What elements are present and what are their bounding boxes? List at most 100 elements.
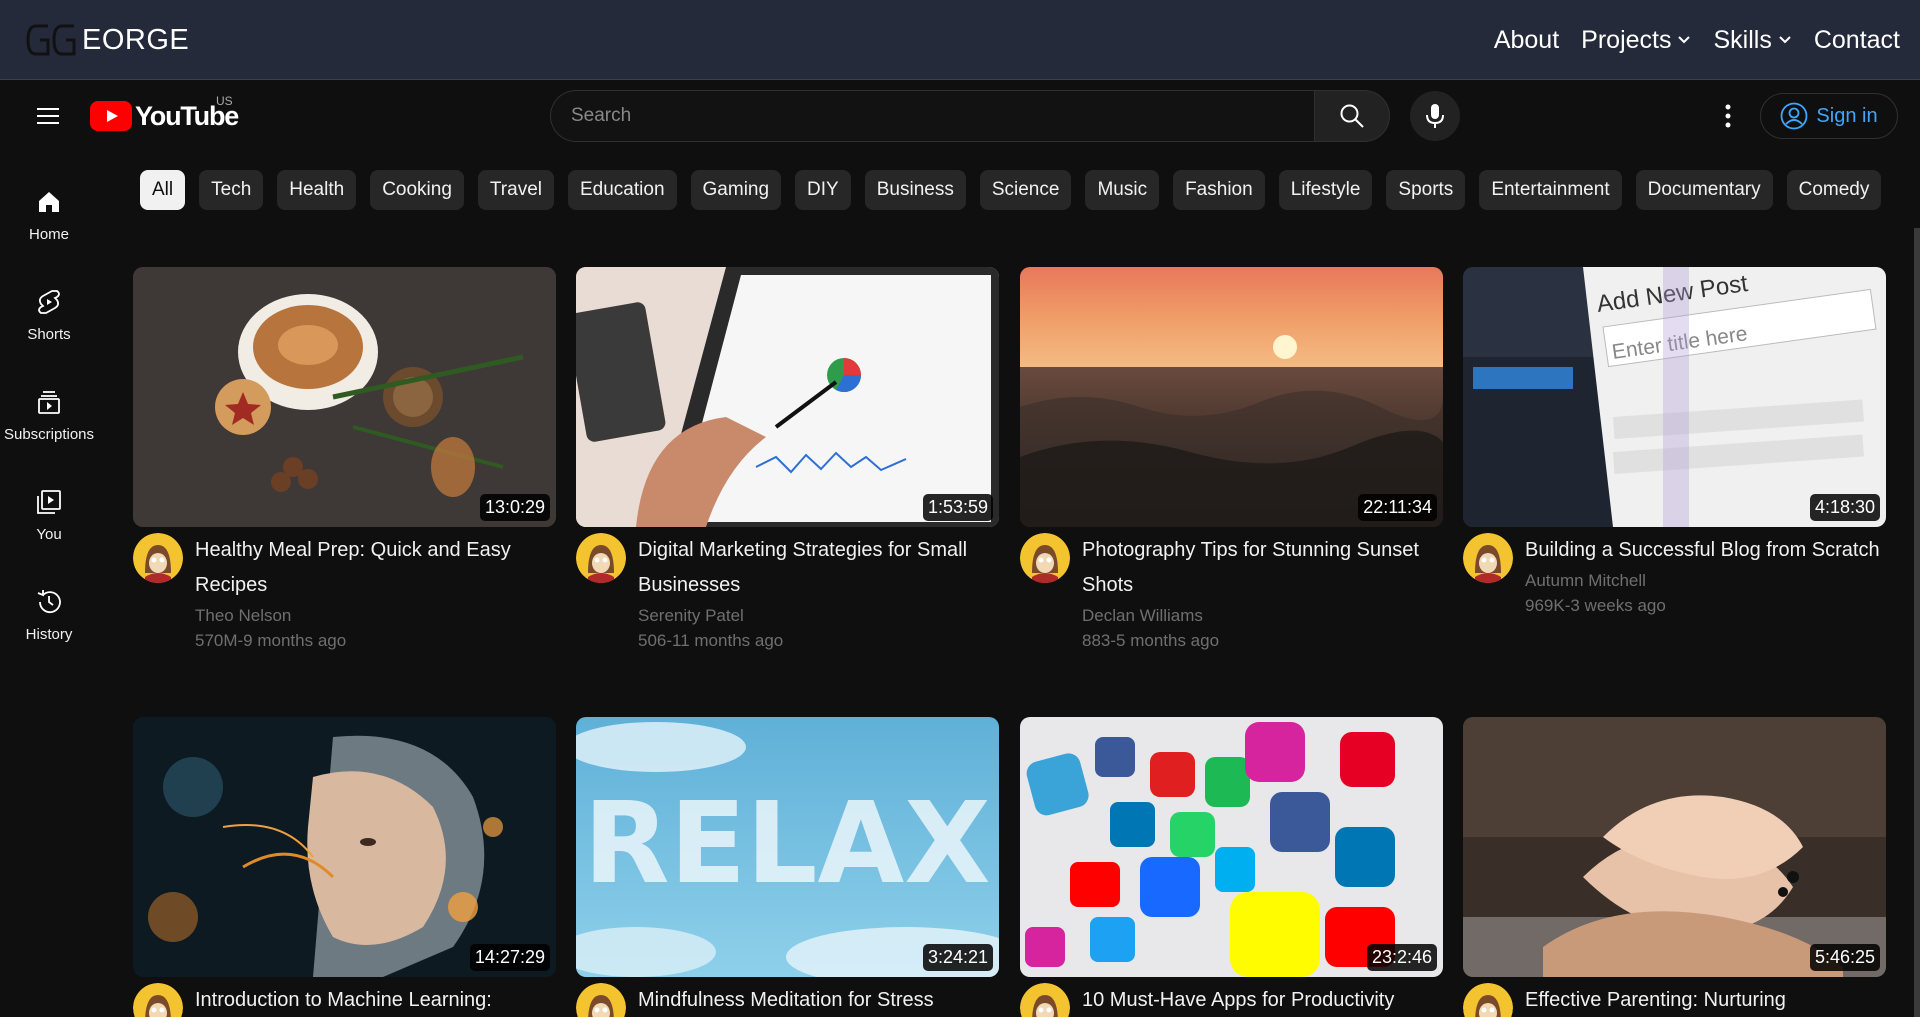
chip-all[interactable]: All — [140, 170, 186, 210]
sidebar-item-label: You — [36, 526, 62, 543]
thumbnail-sunset-ocean-image — [1020, 267, 1443, 527]
video-thumbnail[interactable]: 5:46:25 — [1463, 717, 1886, 977]
chevron-down-icon — [1779, 36, 1791, 44]
sidebar-item-subscriptions[interactable]: Subscriptions — [0, 370, 98, 470]
chip-fashion[interactable]: Fashion — [1173, 170, 1265, 210]
chip-education[interactable]: Education — [568, 170, 677, 210]
category-chips-bar: All Tech Health Cooking Travel Education… — [140, 170, 1920, 210]
chip-tech[interactable]: Tech — [199, 170, 264, 210]
hamburger-icon — [37, 108, 59, 124]
you-icon — [37, 490, 61, 514]
video-info: Digital Marketing Strategies for Small B… — [638, 533, 998, 653]
chevron-down-icon — [1678, 36, 1691, 44]
video-thumbnail[interactable]: 22:11:34 — [1020, 267, 1443, 527]
video-duration: 3:24:21 — [922, 944, 993, 971]
video-title[interactable]: Introduction to Machine Learning: — [195, 983, 555, 1017]
video-meta: Photography Tips for Stunning Sunset Sho… — [1020, 527, 1443, 653]
video-title[interactable]: Digital Marketing Strategies for Small B… — [638, 533, 998, 603]
channel-avatar[interactable] — [576, 533, 626, 583]
settings-menu-button[interactable] — [1714, 98, 1742, 134]
page-scrollbar[interactable] — [1914, 228, 1920, 1017]
video-meta: Healthy Meal Prep: Quick and Easy Recipe… — [133, 527, 556, 653]
sidebar-item-shorts[interactable]: Shorts — [0, 270, 98, 370]
thumbnail-social-apps-image — [1020, 717, 1443, 977]
sidebar-item-home[interactable]: Home — [0, 170, 98, 270]
video-stats: 570M-9 months ago — [195, 631, 347, 650]
chip-documentary[interactable]: Documentary — [1635, 170, 1773, 210]
thumbnail-cyborg-woman-image — [133, 717, 556, 977]
subscriptions-icon — [38, 391, 60, 414]
channel-avatar[interactable] — [576, 983, 626, 1017]
video-card[interactable]: 23:2:46 10 Must-Have Apps for Productivi… — [1020, 717, 1443, 1017]
youtube-header: YouTube US Sign in — [0, 80, 1920, 152]
sidebar-item-label: Home — [28, 226, 69, 243]
channel-name[interactable]: Autumn Mitchell — [1525, 568, 1885, 593]
voice-search-button[interactable] — [1410, 91, 1460, 141]
chip-travel[interactable]: Travel — [477, 170, 554, 210]
search-input[interactable] — [550, 90, 1314, 142]
channel-avatar[interactable] — [133, 983, 183, 1017]
nav-projects-dropdown[interactable]: Projects — [1581, 26, 1691, 55]
brand-logo-link[interactable]: EORGE — [26, 20, 189, 60]
chip-business[interactable]: Business — [864, 170, 966, 210]
chip-lifestyle[interactable]: Lifestyle — [1278, 170, 1373, 210]
video-title[interactable]: Building a Successful Blog from Scratch — [1525, 533, 1885, 568]
chip-cooking[interactable]: Cooking — [370, 170, 464, 210]
chip-diy[interactable]: DIY — [795, 170, 851, 210]
channel-name[interactable]: Theo Nelson — [195, 603, 555, 628]
video-card[interactable]: 1:53:59 Digital Marketing Strategies for… — [576, 267, 999, 653]
nav-contact-link[interactable]: Contact — [1814, 26, 1900, 55]
channel-avatar[interactable] — [1463, 983, 1513, 1017]
video-title[interactable]: Effective Parenting: Nurturing — [1525, 983, 1885, 1017]
chip-sports[interactable]: Sports — [1386, 170, 1466, 210]
channel-avatar[interactable] — [1463, 533, 1513, 583]
video-thumbnail[interactable]: 14:27:29 — [133, 717, 556, 977]
channel-name[interactable]: Serenity Patel — [638, 603, 998, 628]
nav-about-label: About — [1493, 25, 1560, 54]
nav-about-link[interactable]: About — [1494, 26, 1559, 55]
video-card[interactable]: 13:0:29 Healthy Meal Prep: Quick and Eas… — [133, 267, 556, 653]
video-card[interactable]: 14:27:29 Introduction to Machine Learnin… — [133, 717, 556, 1017]
video-title[interactable]: Photography Tips for Stunning Sunset Sho… — [1082, 533, 1442, 603]
video-card[interactable]: Add New Post Enter title here 4:18:30 Bu… — [1463, 267, 1886, 618]
portfolio-nav-links: About Projects Skills Contact — [1494, 20, 1900, 60]
video-title[interactable]: Healthy Meal Prep: Quick and Easy Recipe… — [195, 533, 555, 603]
sign-in-button[interactable]: Sign in — [1760, 93, 1898, 139]
chip-comedy[interactable]: Comedy — [1786, 170, 1882, 210]
video-thumbnail[interactable]: 13:0:29 — [133, 267, 556, 527]
home-icon — [39, 192, 59, 212]
portfolio-navbar: EORGE About Projects Skills Contact — [0, 0, 1920, 80]
channel-avatar[interactable] — [1020, 533, 1070, 583]
chip-science[interactable]: Science — [979, 170, 1072, 210]
channel-avatar[interactable] — [1020, 983, 1070, 1017]
chip-health[interactable]: Health — [277, 170, 357, 210]
chip-entertainment[interactable]: Entertainment — [1479, 170, 1622, 210]
shorts-icon — [38, 290, 60, 314]
nav-skills-dropdown[interactable]: Skills — [1713, 26, 1791, 55]
chip-music[interactable]: Music — [1085, 170, 1160, 210]
video-thumbnail[interactable]: 1:53:59 — [576, 267, 999, 527]
channel-avatar[interactable] — [133, 533, 183, 583]
video-thumbnail[interactable]: Add New Post Enter title here 4:18:30 — [1463, 267, 1886, 527]
video-card[interactable]: 22:11:34 Photography Tips for Stunning S… — [1020, 267, 1443, 653]
channel-name[interactable]: Declan Williams — [1082, 603, 1442, 628]
sidebar-item-history[interactable]: History — [0, 570, 98, 670]
menu-button[interactable] — [32, 100, 64, 132]
video-meta: 10 Must-Have Apps for Productivity — [1020, 977, 1443, 1017]
video-thumbnail[interactable]: RELAX 3:24:21 — [576, 717, 999, 977]
video-card[interactable]: RELAX 3:24:21 Mindfulness Meditation for… — [576, 717, 999, 1017]
video-card[interactable]: 5:46:25 Effective Parenting: Nurturing — [1463, 717, 1886, 1017]
video-info: Building a Successful Blog from Scratch … — [1525, 533, 1885, 618]
nav-skills-label: Skills — [1713, 25, 1772, 54]
video-title[interactable]: Mindfulness Meditation for Stress — [638, 983, 998, 1017]
search-icon — [1340, 104, 1364, 128]
video-title[interactable]: 10 Must-Have Apps for Productivity — [1082, 983, 1442, 1017]
video-thumbnail[interactable]: 23:2:46 — [1020, 717, 1443, 977]
video-info: Photography Tips for Stunning Sunset Sho… — [1082, 533, 1442, 653]
sidebar-item-label: History — [25, 626, 73, 643]
chip-gaming[interactable]: Gaming — [690, 170, 782, 210]
sidebar-item-you[interactable]: You — [0, 470, 98, 570]
video-info: Healthy Meal Prep: Quick and Easy Recipe… — [195, 533, 555, 653]
search-button[interactable] — [1314, 90, 1390, 142]
video-meta: Mindfulness Meditation for Stress — [576, 977, 999, 1017]
